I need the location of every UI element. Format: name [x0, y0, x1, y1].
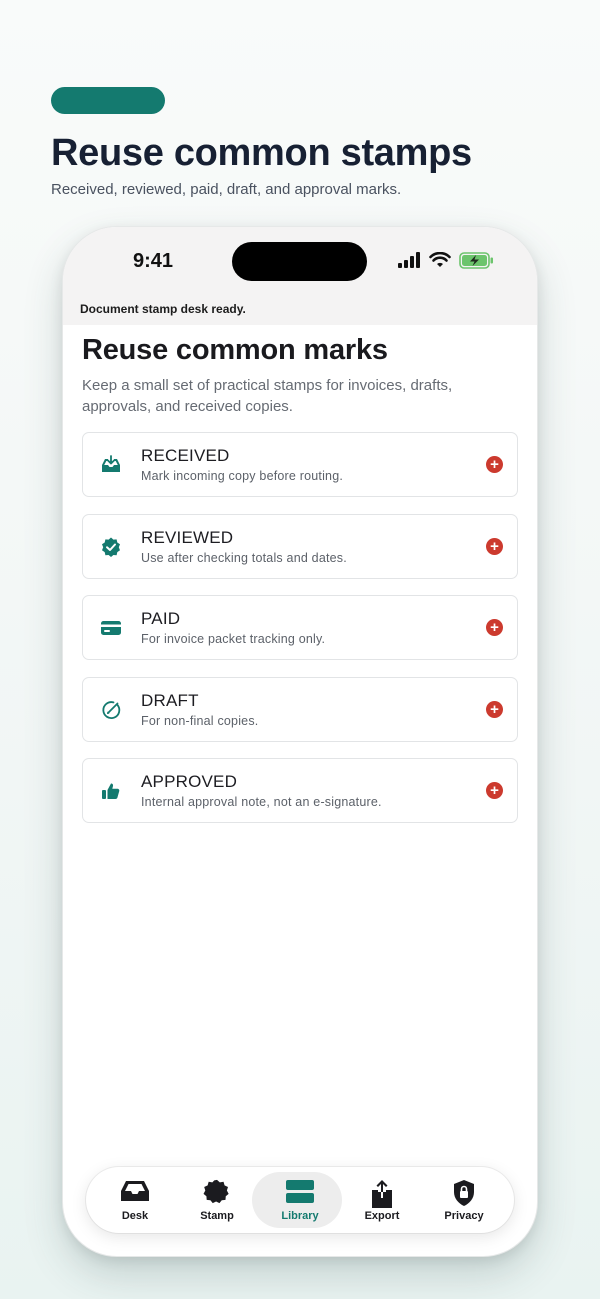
stamp-seal-icon: [203, 1179, 229, 1204]
tab-label: Export: [364, 1210, 400, 1222]
tab-stamp[interactable]: Stamp: [176, 1167, 258, 1233]
stamp-subtitle: For invoice packet tracking only.: [141, 632, 326, 646]
hero-accent-pill: [51, 87, 165, 114]
stamp-title: REVIEWED: [141, 527, 234, 547]
stamp-card-approved[interactable]: APPROVED Internal approval note, not an …: [82, 758, 518, 823]
status-banner: Document stamp desk ready.: [80, 302, 246, 316]
signal-icon: [398, 252, 420, 268]
inbox-download-icon: [102, 455, 120, 472]
tab-label: Stamp: [200, 1210, 234, 1222]
tab-label: Privacy: [444, 1210, 484, 1222]
add-stamp-button[interactable]: +: [486, 456, 503, 473]
lock-shield-icon: [454, 1180, 474, 1206]
credit-card-icon: [101, 621, 121, 635]
page-description: Keep a small set of practical stamps for…: [82, 377, 453, 415]
stamp-subtitle: Mark incoming copy before routing.: [141, 469, 344, 483]
add-stamp-button[interactable]: +: [486, 537, 503, 555]
tab-desk[interactable]: Desk: [94, 1167, 176, 1233]
battery-charging-icon: [459, 252, 493, 269]
pencil-circle-icon: [102, 700, 121, 719]
tab-label: Library: [281, 1210, 319, 1222]
tab-label: Desk: [121, 1210, 149, 1222]
stamp-card-received[interactable]: RECEIVED Mark incoming copy before routi…: [82, 432, 518, 497]
add-stamp-button[interactable]: +: [486, 619, 503, 636]
stamp-title: PAID: [141, 609, 181, 628]
thumbs-up-icon: [102, 783, 120, 799]
hero-title: Reuse common stamps: [51, 132, 472, 174]
stamp-card-reviewed[interactable]: REVIEWED Use after checking totals and d…: [82, 513, 518, 579]
page-title: Reuse common marks: [82, 334, 388, 366]
stamp-title: DRAFT: [141, 690, 199, 710]
dynamic-island: [232, 242, 367, 281]
stamp-subtitle: Use after checking totals and dates.: [141, 550, 347, 565]
verified-badge-icon: [102, 537, 120, 557]
tab-bar: Desk Stamp Library Export Privacy: [86, 1167, 514, 1233]
status-time: 9:41: [133, 250, 174, 272]
add-stamp-button[interactable]: +: [486, 700, 503, 718]
inbox-tray-icon: [121, 1181, 149, 1201]
add-stamp-button[interactable]: +: [486, 782, 503, 799]
tab-library[interactable]: Library: [252, 1167, 342, 1233]
library-stack-icon: [286, 1180, 314, 1203]
stamp-subtitle: For non-final copies.: [141, 713, 259, 728]
stamp-card-paid[interactable]: PAID For invoice packet tracking only. +: [82, 595, 518, 660]
share-export-icon: [372, 1180, 392, 1208]
stamp-title: RECEIVED: [141, 446, 230, 465]
tab-export[interactable]: Export: [341, 1167, 423, 1233]
stamp-title: APPROVED: [141, 772, 238, 791]
stamp-list: RECEIVED Mark incoming copy before routi…: [82, 432, 518, 840]
wifi-icon: [429, 252, 451, 267]
stamp-subtitle: Internal approval note, not an e-signatu…: [141, 795, 382, 809]
hero-subtitle: Received, reviewed, paid, draft, and app…: [51, 181, 402, 198]
tab-privacy[interactable]: Privacy: [423, 1167, 505, 1233]
phone-frame: 9:41 Document stamp desk ready. Reuse co…: [63, 227, 537, 1256]
stamp-card-draft[interactable]: DRAFT For non-final copies. +: [82, 676, 518, 742]
